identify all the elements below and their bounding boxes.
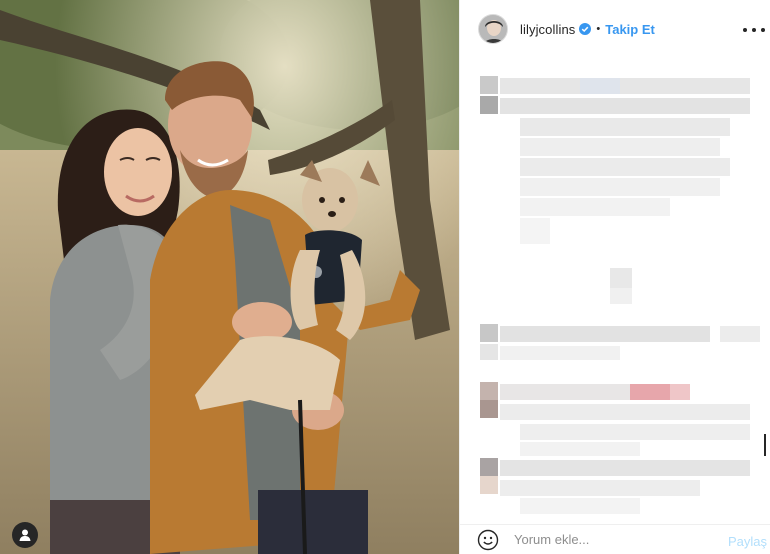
- user-tag-icon: [19, 529, 31, 541]
- profile-picture: [479, 15, 507, 43]
- separator-dot: •: [596, 23, 601, 35]
- post-header: lilyjcollins • Takip Et: [460, 0, 770, 58]
- post-side-panel: lilyjcollins • Takip Et Yorum ekle... Pa…: [459, 0, 770, 554]
- ellipsis-icon: [752, 28, 756, 32]
- emoji-button[interactable]: [476, 528, 500, 552]
- user-tag-button[interactable]: [12, 522, 38, 548]
- couple-with-dog-photo: [0, 0, 459, 554]
- share-button[interactable]: Paylaş: [728, 534, 767, 549]
- follow-button[interactable]: Takip Et: [605, 22, 655, 37]
- comment-bar: Paylaş: [460, 524, 770, 554]
- avatar[interactable]: [478, 14, 508, 44]
- smiley-face-icon: [477, 529, 499, 550]
- scrollbar-thumb[interactable]: [764, 434, 766, 456]
- comment-input[interactable]: [514, 532, 704, 547]
- censored-comments-area: [460, 60, 770, 518]
- verified-badge-icon: [579, 23, 592, 35]
- post-photo[interactable]: [0, 0, 459, 554]
- ellipsis-icon: [743, 28, 747, 32]
- username-link[interactable]: lilyjcollins: [520, 22, 575, 37]
- more-options-button[interactable]: [743, 22, 765, 38]
- ellipsis-icon: [761, 28, 765, 32]
